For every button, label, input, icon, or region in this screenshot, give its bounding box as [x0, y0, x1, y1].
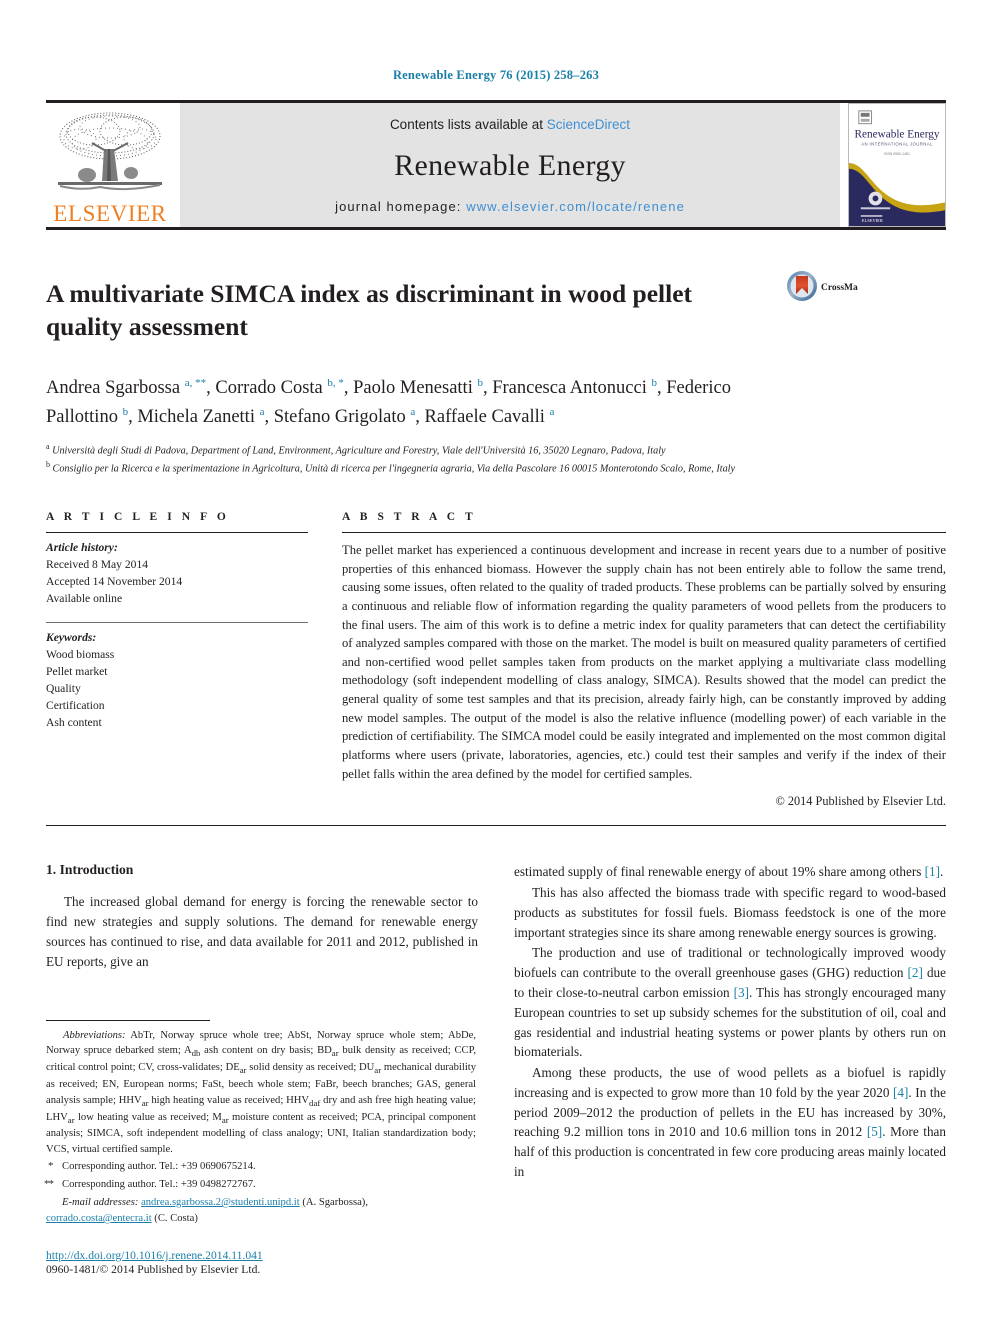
svg-text:ISSN 0960-1481: ISSN 0960-1481: [884, 152, 910, 156]
doi-block: http://dx.doi.org/10.1016/j.renene.2014.…: [46, 1249, 476, 1276]
keywords-label: Keywords:: [46, 630, 97, 644]
body-columns: 1. Introduction The increased global dem…: [44, 862, 946, 1276]
article-page: Renewable Energy 76 (2015) 258–263 ELSEV…: [0, 0, 992, 1323]
elsevier-logo: ELSEVIER: [46, 103, 174, 227]
page-title: A multivariate SIMCA index as discrimina…: [46, 279, 693, 342]
article-history-label: Article history:: [46, 541, 118, 554]
section-heading-introduction: 1. Introduction: [46, 862, 134, 878]
elsevier-tree-icon: [58, 112, 162, 191]
author-list: Andrea Sgarbossa a, **, Corrado Costa b,…: [46, 377, 731, 427]
sciencedirect-link[interactable]: ScienceDirect: [547, 117, 630, 132]
corresponding-author-1-text: Corresponding author. Tel.: +39 06906752…: [62, 1161, 256, 1173]
elsevier-wordmark: ELSEVIER: [53, 201, 167, 226]
crossmark-badge[interactable]: CrossMark: [786, 260, 858, 306]
abstract-text: The pellet market has experienced a cont…: [342, 543, 946, 781]
email-addresses-note: E-mail addresses: andrea.sgarbossa.2@stu…: [46, 1196, 368, 1224]
email-name-2: (C. Costa): [154, 1212, 198, 1224]
keyword-item: Ash content: [46, 716, 102, 730]
keyword-item: Certification: [46, 699, 105, 713]
keyword-item: Quality: [46, 682, 81, 696]
body-column-left: 1. Introduction The increased global dem…: [44, 862, 478, 1276]
history-received: Received 8 May 2014: [46, 558, 149, 572]
journal-band: Contents lists available at ScienceDirec…: [180, 103, 840, 227]
affiliation-b: b Consiglio per la Ricerca e la sperimen…: [46, 459, 736, 475]
corresponding-author-2-text: Corresponding author. Tel.: +39 04982727…: [62, 1179, 256, 1191]
masthead-bottom-rule: [46, 227, 946, 230]
abstract-close-rule: [46, 825, 946, 827]
homepage-prefix: journal homepage:: [335, 199, 467, 214]
email-name-1: (A. Sgarbossa): [302, 1196, 366, 1208]
issn-copyright: 0960-1481/© 2014 Published by Elsevier L…: [46, 1262, 261, 1276]
svg-text:Renewable Energy: Renewable Energy: [854, 128, 939, 140]
cover-art: Renewable Energy AN INTERNATIONAL JOURNA…: [849, 104, 945, 226]
body-column-right: estimated supply of final renewable ener…: [514, 862, 946, 1183]
corresponding-author-1: * Corresponding author. Tel.: +39 069067…: [46, 1159, 476, 1175]
article-info-heading: A R T I C L E I N F O: [46, 511, 230, 523]
abstract-heading: A B S T R A C T: [342, 511, 477, 523]
history-available: Available online: [46, 592, 123, 606]
asterisk-double-icon: **: [44, 1178, 54, 1191]
homepage-url-link[interactable]: www.elsevier.com/locate/renene: [466, 199, 685, 214]
affiliation-list: a Università degli Studi di Padova, Depa…: [46, 441, 946, 477]
keyword-item: Pellet market: [46, 664, 108, 678]
keywords-block: Keywords: Wood biomass Pellet market Qua…: [46, 623, 308, 732]
abstract-column: A B S T R A C T The pellet market has ex…: [342, 511, 946, 809]
doi-link[interactable]: http://dx.doi.org/10.1016/j.renene.2014.…: [46, 1249, 476, 1262]
journal-title: Renewable Energy: [394, 148, 626, 182]
email-label: E-mail addresses:: [62, 1196, 139, 1208]
journal-cover-thumbnail[interactable]: Renewable Energy AN INTERNATIONAL JOURNA…: [848, 103, 946, 227]
crossmark-icon: CrossMark: [787, 271, 858, 301]
journal-masthead: ELSEVIER Contents lists available at Sci…: [0, 100, 992, 230]
title-row: A multivariate SIMCA index as discrimina…: [46, 260, 946, 360]
email-link-2[interactable]: corrado.costa@entecra.it: [46, 1213, 152, 1224]
history-accepted: Accepted 14 November 2014: [46, 575, 183, 589]
article-info-column: A R T I C L E I N F O Article history: R…: [46, 511, 308, 809]
abbreviations-label: Abbreviations:: [63, 1030, 126, 1042]
svg-text:AN INTERNATIONAL JOURNAL: AN INTERNATIONAL JOURNAL: [861, 141, 933, 146]
footnote-rule: [46, 1020, 210, 1022]
email-link-1[interactable]: andrea.sgarbossa.2@studenti.unipd.it: [141, 1197, 300, 1208]
intro-paragraph: The production and use of traditional or…: [514, 945, 946, 1060]
intro-paragraph: Among these products, the use of wood pe…: [514, 1065, 946, 1180]
svg-text:CrossMark: CrossMark: [821, 283, 858, 293]
affiliation-a: a Università degli Studi di Padova, Depa…: [46, 441, 666, 457]
abbreviations-text: AbTr, Norway spruce whole tree; AbSt, No…: [46, 1030, 477, 1155]
contents-prefix: Contents lists available at: [389, 117, 547, 132]
intro-paragraph: estimated supply of final renewable ener…: [514, 864, 944, 880]
journal-homepage-line: journal homepage: www.elsevier.com/locat…: [335, 199, 685, 214]
abbreviations-note: Abbreviations: AbTr, Norway spruce whole…: [46, 1028, 476, 1157]
keyword-item: Wood biomass: [46, 647, 115, 661]
info-abstract-section: A R T I C L E I N F O Article history: R…: [46, 511, 946, 809]
running-head: Renewable Energy 76 (2015) 258–263: [392, 68, 600, 82]
contents-line: Contents lists available at ScienceDirec…: [390, 117, 630, 132]
article-history-block: Article history: Received 8 May 2014 Acc…: [46, 533, 308, 608]
abstract-copyright: © 2014 Published by Elsevier Ltd.: [775, 794, 946, 809]
corresponding-author-2: ** Corresponding author. Tel.: +39 04982…: [44, 1177, 476, 1193]
asterisk-single-icon: *: [48, 1160, 54, 1173]
intro-paragraph: This has also affected the biomass trade…: [514, 884, 946, 940]
intro-paragraph: The increased global demand for energy i…: [46, 894, 478, 969]
svg-text:ELSEVIER: ELSEVIER: [862, 218, 883, 223]
footnotes-block: Abbreviations: AbTr, Norway spruce whole…: [44, 1020, 476, 1276]
